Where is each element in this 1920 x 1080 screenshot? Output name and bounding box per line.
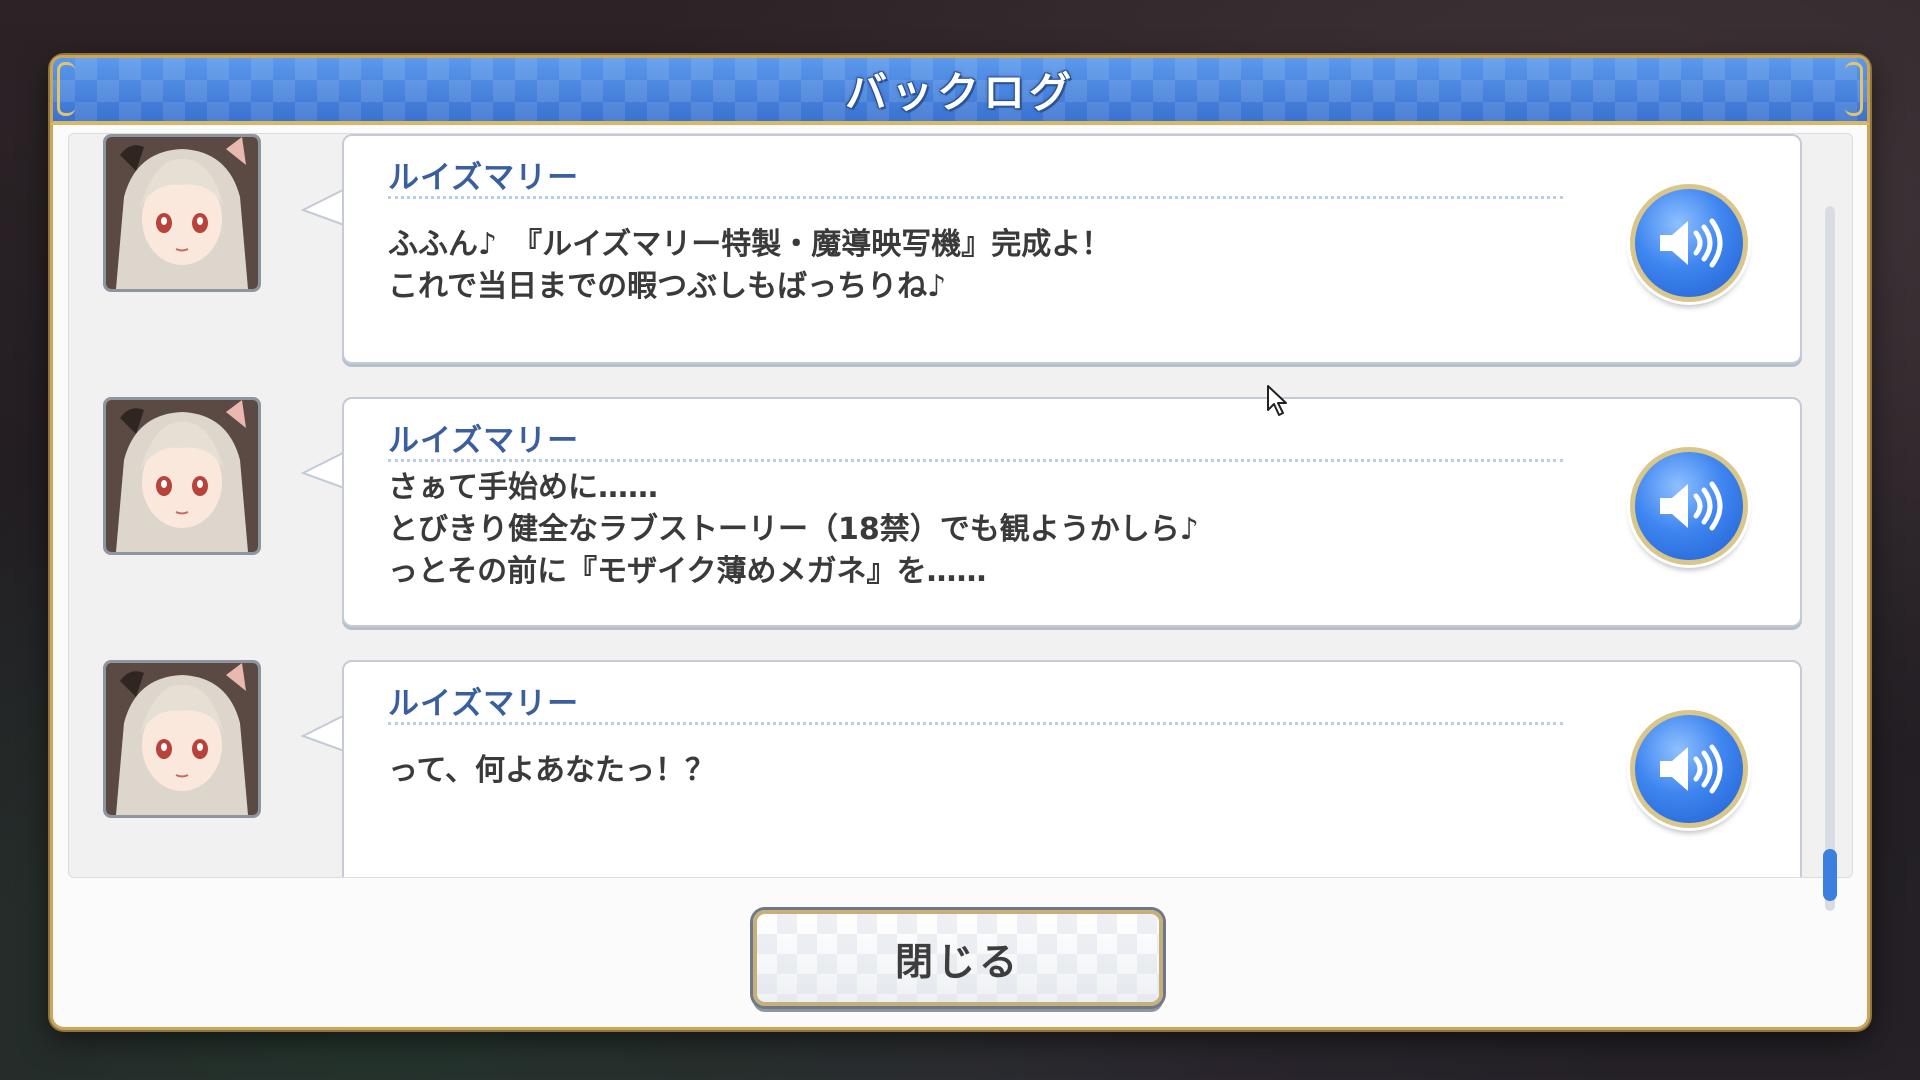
voice-replay-button[interactable]	[1630, 710, 1748, 828]
dialogue-line: これで当日までの暇つぶしもばっちりね♪	[388, 269, 947, 304]
dialogue-line: とびきり健全なラブストーリー（18禁）でも観ようかしら♪	[388, 512, 1199, 547]
close-button-label: 閉じる	[894, 939, 1021, 984]
dialogue-line: ふふん♪ 『ルイズマリー特製・魔導映写機』完成よ！	[388, 227, 1112, 262]
scrollbar-thumb[interactable]	[1823, 849, 1837, 901]
speaker-name: ルイズマリー	[388, 160, 580, 196]
voice-replay-button[interactable]	[1630, 447, 1748, 565]
character-portrait-icon	[103, 660, 261, 818]
log-entry: ルイズマリー ふふん♪ 『ルイズマリー特製・魔導映写機』完成よ！ これで当日まで…	[69, 134, 1802, 374]
dialog-title: バックログ	[844, 68, 1075, 117]
dialog-header: バックログ	[50, 55, 1870, 125]
log-entry: ルイズマリー さぁて手始めに…… とびきり健全なラブストーリー（18禁）でも観よ…	[69, 397, 1802, 637]
backlog-dialog: バックログ ルイズマリー ふふん♪ 『ルイズマリー特製・魔導映写機』完成よ！ こ…	[50, 55, 1870, 1030]
speech-bubble-tail	[301, 710, 347, 756]
character-portrait-icon	[103, 134, 261, 292]
voice-replay-button[interactable]	[1630, 184, 1748, 302]
close-button[interactable]: 閉じる	[753, 910, 1163, 1006]
dialogue-bubble: ルイズマリー さぁて手始めに…… とびきり健全なラブストーリー（18禁）でも観よ…	[342, 397, 1802, 627]
speaker-icon	[1660, 481, 1723, 531]
mouse-cursor-icon	[1267, 385, 1287, 416]
dialogue-text: ふふん♪ 『ルイズマリー特製・魔導映写機』完成よ！ これで当日までの暇つぶしもば…	[388, 224, 1528, 308]
backlog-list[interactable]: ルイズマリー ふふん♪ 『ルイズマリー特製・魔導映写機』完成よ！ これで当日まで…	[68, 133, 1853, 878]
character-portrait-icon	[103, 397, 261, 555]
log-entry: ルイズマリー って、何よあなたっ！？	[69, 660, 1802, 877]
dialogue-bubble: ルイズマリー ふふん♪ 『ルイズマリー特製・魔導映写機』完成よ！ これで当日まで…	[342, 134, 1802, 364]
speech-bubble-tail	[301, 447, 347, 493]
speaker-name: ルイズマリー	[388, 686, 580, 722]
speaker-icon	[1660, 218, 1723, 268]
dialogue-line: さぁて手始めに……	[388, 470, 658, 505]
dialogue-line: って、何よあなたっ！？	[388, 753, 715, 788]
corner-ornament-right	[1845, 62, 1863, 116]
dialogue-text: って、何よあなたっ！？	[388, 750, 1528, 792]
dialogue-line: っとその前に『モザイク薄めメガネ』を……	[388, 554, 987, 589]
name-divider	[388, 196, 1563, 199]
speech-bubble-tail	[301, 184, 347, 230]
name-divider	[388, 722, 1563, 725]
speaker-icon	[1660, 744, 1723, 794]
scrollbar-track[interactable]	[1823, 206, 1837, 911]
dialogue-text: さぁて手始めに…… とびきり健全なラブストーリー（18禁）でも観ようかしら♪ っ…	[388, 467, 1528, 593]
speaker-name: ルイズマリー	[388, 423, 580, 459]
dialogue-bubble: ルイズマリー って、何よあなたっ！？	[342, 660, 1802, 877]
corner-ornament-left	[57, 62, 75, 116]
name-divider	[388, 459, 1563, 462]
